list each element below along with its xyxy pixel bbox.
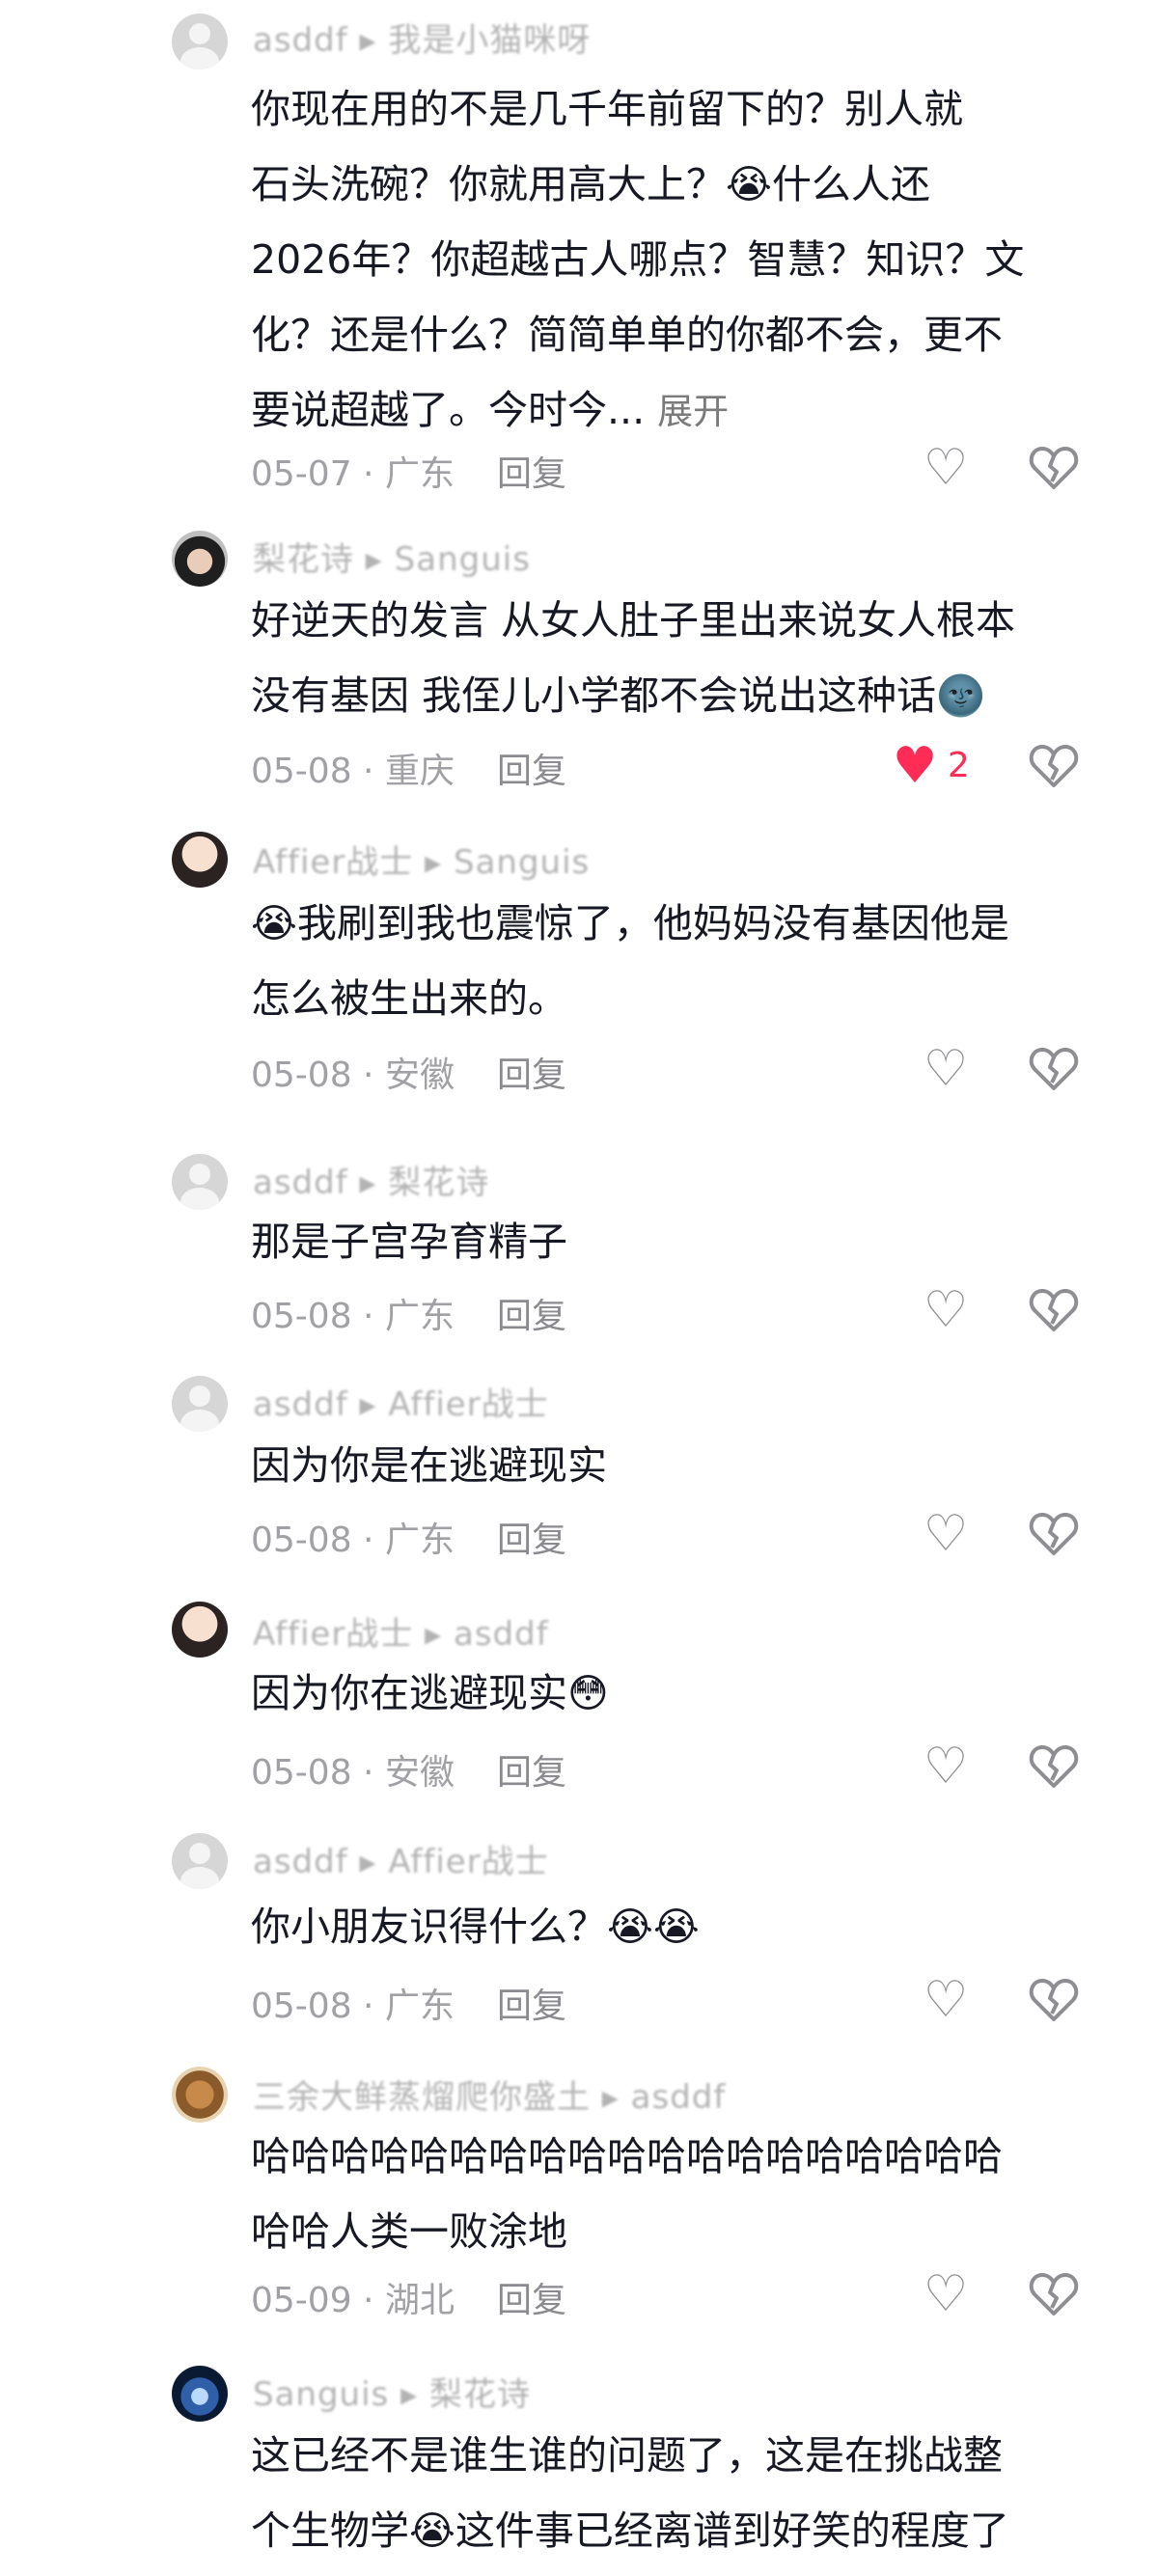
- comment-text: 你现在用的不是几千年前留下的？别人就 石头洗碗？你就用高大上？😭什么人还 202…: [251, 71, 1100, 450]
- comment-text: 哈哈哈哈哈哈哈哈哈哈哈哈哈哈哈哈哈哈哈 哈哈人类一败涂地: [251, 2133, 1003, 2255]
- avatar[interactable]: [172, 1154, 228, 1210]
- comment-date: 05-07: [251, 454, 352, 494]
- comment-text: 这已经不是谁生谁的问题了，这是在挑战整 个生物学😭这件事已经离谱到好笑的程度了: [251, 2432, 1009, 2554]
- reply-button[interactable]: 回复: [497, 1297, 566, 1336]
- broken-heart-icon[interactable]: [1025, 1738, 1083, 1795]
- comment-text: 因为你在逃避现实😳: [251, 1670, 609, 1716]
- comment-text: 你小朋友识得什么？😭😭: [251, 1904, 700, 1950]
- avatar[interactable]: [172, 2067, 228, 2123]
- comment-username[interactable]: 梨花诗 ▸ Sanguis: [253, 533, 531, 580]
- comment-region: 广东: [384, 1987, 455, 2026]
- broken-heart-icon[interactable]: [1025, 1971, 1083, 2029]
- reply-button[interactable]: 回复: [497, 454, 566, 494]
- heart-outline-icon[interactable]: ♡: [917, 1971, 975, 2029]
- comment-region: 湖北: [384, 2281, 455, 2320]
- comment-meta: 05-08 · 广东 回复: [251, 1297, 566, 1336]
- comment-date: 05-09: [251, 2281, 352, 2320]
- comment-meta: 05-08 · 广东 回复: [251, 1987, 566, 2026]
- avatar[interactable]: [172, 1602, 228, 1658]
- reply-button[interactable]: 回复: [497, 2281, 566, 2320]
- comment-username[interactable]: asddf ▸ 我是小猫咪呀: [253, 14, 591, 61]
- avatar[interactable]: [172, 1376, 228, 1432]
- avatar[interactable]: [172, 832, 228, 888]
- comment-region: 安徽: [384, 1055, 455, 1095]
- reply-button[interactable]: 回复: [497, 752, 566, 791]
- comment-username[interactable]: Sanguis ▸ 梨花诗: [253, 2368, 531, 2415]
- comment-region: 广东: [384, 454, 455, 494]
- reply-button[interactable]: 回复: [497, 1753, 566, 1793]
- comment-username[interactable]: 三余大鲜蒸熘爬你盛土 ▸ asddf: [253, 2070, 726, 2118]
- comment-meta: 05-09 · 湖北 回复: [251, 2281, 566, 2320]
- comment-username[interactable]: Affier战士 ▸ Sanguis: [253, 836, 590, 883]
- comment-meta: 05-08 · 安徽 回复: [251, 1753, 566, 1793]
- comment-date: 05-08: [251, 1521, 352, 1560]
- broken-heart-icon[interactable]: [1025, 737, 1083, 795]
- heart-filled-icon[interactable]: ♥: [888, 737, 942, 795]
- comment-date: 05-08: [251, 1297, 352, 1336]
- expand-button[interactable]: 展开: [657, 391, 729, 432]
- avatar[interactable]: [172, 14, 228, 69]
- broken-heart-icon[interactable]: [1025, 1281, 1083, 1339]
- reply-button[interactable]: 回复: [497, 1055, 566, 1095]
- comment-text: 那是子宫孕育精子: [251, 1219, 567, 1265]
- comment-text-body: 你现在用的不是几千年前留下的？别人就 石头洗碗？你就用高大上？😭什么人还 202…: [251, 86, 1025, 433]
- comment-meta: 05-07 · 广东 回复: [251, 454, 566, 494]
- broken-heart-icon[interactable]: [1025, 1505, 1083, 1563]
- comment-date: 05-08: [251, 1753, 352, 1793]
- heart-outline-icon[interactable]: ♡: [917, 1040, 975, 1098]
- comment-region: 重庆: [384, 752, 455, 791]
- broken-heart-icon[interactable]: [1025, 1040, 1083, 1098]
- comment-region: 安徽: [384, 1753, 455, 1793]
- comment-date: 05-08: [251, 1987, 352, 2026]
- comment-text: 好逆天的发言 从女人肚子里出来说女人根本 没有基因 我侄儿小学都不会说出这种话🌚: [251, 597, 1016, 719]
- comment-username[interactable]: asddf ▸ Affier战士: [253, 1835, 549, 1882]
- heart-outline-icon[interactable]: ♡: [917, 1505, 975, 1563]
- reply-button[interactable]: 回复: [497, 1521, 566, 1560]
- avatar[interactable]: [172, 1833, 228, 1889]
- comment-region: 广东: [384, 1521, 455, 1560]
- comment-region: 广东: [384, 1297, 455, 1336]
- broken-heart-icon[interactable]: [1025, 439, 1083, 497]
- avatar[interactable]: [172, 2366, 228, 2422]
- comment-meta: 05-08 · 广东 回复: [251, 1521, 566, 1560]
- reply-button[interactable]: 回复: [497, 1987, 566, 2026]
- comment-date: 05-08: [251, 1055, 352, 1095]
- heart-outline-icon[interactable]: ♡: [917, 2265, 975, 2323]
- avatar[interactable]: [172, 531, 228, 587]
- comment-meta: 05-08 · 安徽 回复: [251, 1055, 566, 1095]
- heart-outline-icon[interactable]: ♡: [917, 439, 975, 497]
- comment-username[interactable]: asddf ▸ Affier战士: [253, 1378, 549, 1425]
- like-count: 2: [948, 746, 970, 785]
- heart-outline-icon[interactable]: ♡: [917, 1281, 975, 1339]
- comment-username[interactable]: asddf ▸ 梨花诗: [253, 1156, 489, 1203]
- comment-text: 😭我刷到我也震惊了，他妈妈没有基因他是 怎么被生出来的。: [251, 900, 1009, 1022]
- comment-date: 05-08: [251, 752, 352, 791]
- comment-text: 因为你是在逃避现实: [251, 1442, 607, 1489]
- heart-outline-icon[interactable]: ♡: [917, 1738, 975, 1795]
- broken-heart-icon[interactable]: [1025, 2265, 1083, 2323]
- comment-username[interactable]: Affier战士 ▸ asddf: [253, 1607, 549, 1655]
- comment-meta: 05-08 · 重庆 回复: [251, 752, 566, 791]
